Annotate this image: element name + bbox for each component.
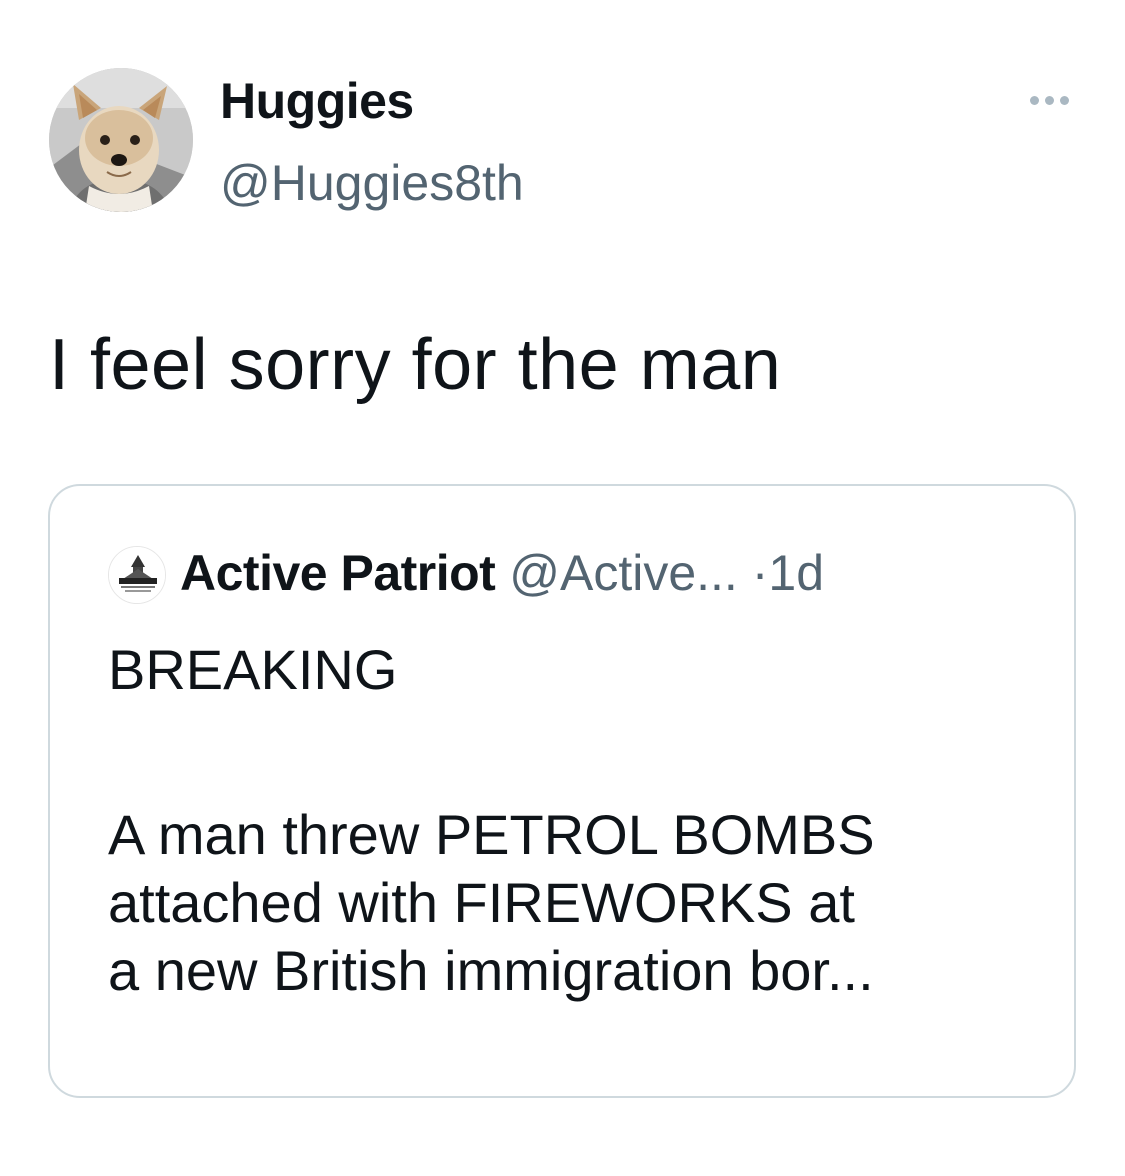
more-options-icon[interactable] — [1024, 88, 1074, 112]
separator-dot: · — [751, 545, 769, 601]
quoted-tweet-header: Active Patriot @Active... ·1d — [180, 542, 824, 604]
active-patriot-logo[interactable] — [108, 546, 166, 604]
quoted-headline: BREAKING — [108, 638, 398, 701]
tweet: Huggies @Huggies8th I feel sorry for the… — [0, 0, 1125, 1176]
quoted-body-line: a new British immigration bor... — [108, 939, 874, 1002]
dot-icon — [1029, 95, 1039, 105]
quoted-body-line: A man threw PETROL BOMBS — [108, 803, 875, 866]
author-display-name[interactable]: Huggies — [220, 70, 414, 132]
quoted-body-line: attached with FIREWORKS at — [108, 871, 855, 934]
dog-avatar[interactable] — [49, 68, 193, 212]
quoted-tweet-card[interactable]: Active Patriot @Active... ·1d BREAKING A… — [48, 484, 1076, 1098]
dog-avatar-icon — [49, 68, 193, 212]
active-patriot-logo-icon — [109, 547, 165, 603]
quoted-tweet-body: BREAKING A man threw PETROL BOMBS attach… — [108, 636, 1048, 1005]
quoted-display-name[interactable]: Active Patriot — [180, 545, 496, 601]
dot-icon — [1044, 95, 1054, 105]
quoted-handle[interactable]: @Active... — [509, 545, 738, 601]
author-handle[interactable]: @Huggies8th — [220, 152, 524, 214]
quoted-timestamp[interactable]: 1d — [768, 545, 824, 601]
tweet-text: I feel sorry for the man — [49, 325, 782, 405]
dot-icon — [1059, 95, 1069, 105]
